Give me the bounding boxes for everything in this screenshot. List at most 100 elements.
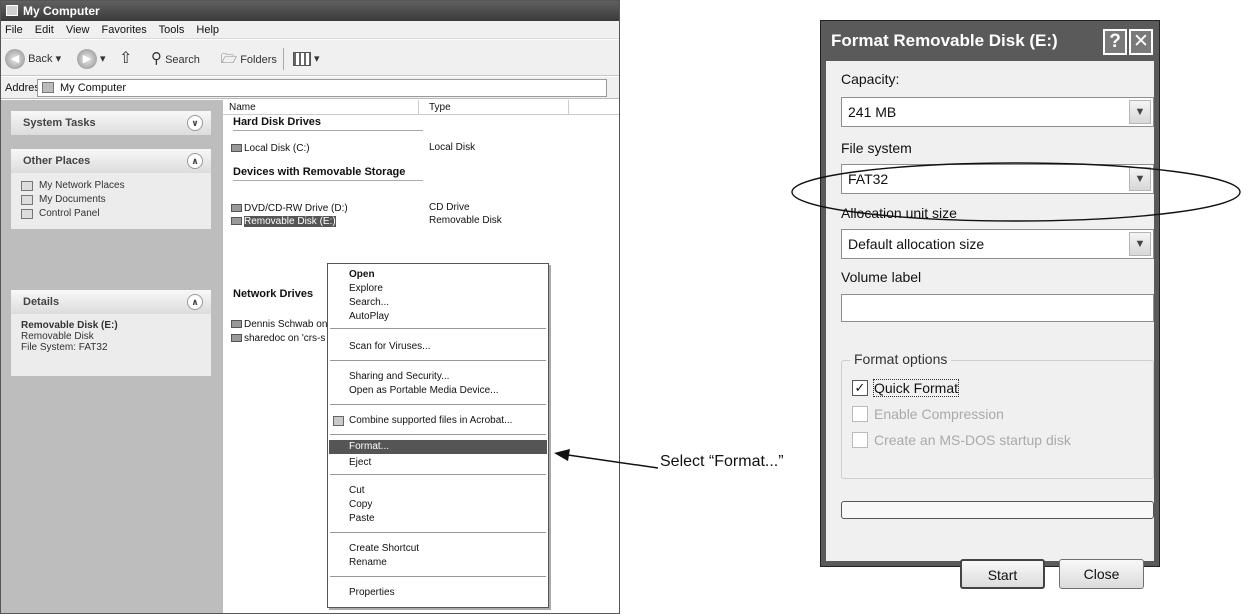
menu-item-portable[interactable]: Open as Portable Media Device... <box>329 384 547 398</box>
back-label: Back <box>28 53 53 65</box>
group-divider <box>233 130 423 131</box>
network-drive[interactable]: sharedoc on 'crs-s <box>231 332 325 345</box>
menu-item-cut[interactable]: Cut <box>329 484 547 498</box>
chevron-down-icon[interactable]: ∨ <box>187 115 203 131</box>
menu-item-combine-acrobat[interactable]: Combine supported files in Acrobat... <box>329 414 547 428</box>
quick-format-checkbox[interactable]: ✓ Quick Format <box>852 379 960 397</box>
menu-separator <box>330 576 546 577</box>
checkbox-box <box>852 406 868 422</box>
column-divider[interactable] <box>568 100 569 115</box>
menu-separator <box>330 532 546 533</box>
menu-edit[interactable]: Edit <box>35 24 54 36</box>
menu-item-copy[interactable]: Copy <box>329 498 547 512</box>
column-name[interactable]: Name <box>229 100 256 115</box>
menu-item-properties[interactable]: Properties <box>329 586 547 600</box>
filesystem-label: File system <box>841 140 912 156</box>
views-button[interactable]: ▾ <box>293 48 320 70</box>
menu-item-explore[interactable]: Explore <box>329 282 547 296</box>
capacity-select[interactable]: 241 MB ▼ <box>841 97 1154 127</box>
link-label: Control Panel <box>39 208 100 219</box>
network-drive-icon <box>231 320 242 329</box>
chevron-up-icon[interactable]: ∧ <box>187 153 203 169</box>
drive-removable-disk[interactable]: Removable Disk (E:) <box>231 215 336 228</box>
capacity-value: 241 MB <box>848 104 897 120</box>
search-label: Search <box>165 54 200 66</box>
system-tasks-header[interactable]: System Tasks ∨ <box>11 111 211 135</box>
window-title: My Computer <box>23 4 100 18</box>
network-drive[interactable]: Dennis Schwab on <box>231 318 327 331</box>
volume-label: Volume label <box>841 269 922 285</box>
drive-dvd[interactable]: DVD/CD-RW Drive (D:) <box>231 202 348 215</box>
drive-type: Removable Disk <box>429 215 502 226</box>
format-progress-bar <box>841 501 1154 519</box>
format-options-group: Format options ✓ Quick Format Enable Com… <box>841 351 1154 479</box>
quick-format-label: Quick Format <box>872 379 960 397</box>
menu-item-format[interactable]: Format... <box>329 440 547 454</box>
column-type[interactable]: Type <box>429 100 451 115</box>
help-button[interactable]: ? <box>1103 29 1127 55</box>
checkbox-box <box>852 432 868 448</box>
column-header: Name Type <box>223 100 619 115</box>
menu-item-rename[interactable]: Rename <box>329 556 547 570</box>
link-label: My Network Places <box>39 180 125 191</box>
drive-name: Removable Disk (E:) <box>244 216 336 227</box>
checkmark-icon: ✓ <box>852 380 868 396</box>
volume-label-input[interactable] <box>841 294 1154 322</box>
allocation-select[interactable]: Default allocation size ▼ <box>841 229 1154 259</box>
highlight-ellipse <box>791 162 1241 222</box>
window-titlebar[interactable]: My Computer <box>1 1 619 21</box>
annotation-arrow <box>554 449 659 469</box>
enable-compression-label: Enable Compression <box>874 406 1004 422</box>
menu-tools[interactable]: Tools <box>159 24 185 36</box>
group-hard-disk-drives: Hard Disk Drives <box>233 116 322 128</box>
enable-compression-checkbox[interactable]: Enable Compression <box>852 405 1004 423</box>
menu-item-autoplay[interactable]: AutoPlay <box>329 310 547 324</box>
link-control-panel[interactable]: Control Panel <box>21 207 201 221</box>
up-folder-button[interactable]: ⇧ <box>119 48 132 70</box>
folders-button[interactable]: 🗁 Folders <box>221 48 277 70</box>
msdos-startup-checkbox[interactable]: Create an MS-DOS startup disk <box>852 431 1071 449</box>
menu-item-sharing[interactable]: Sharing and Security... <box>329 370 547 384</box>
link-my-documents[interactable]: My Documents <box>21 193 201 207</box>
back-button[interactable]: ◀ Back ▾ <box>5 48 61 70</box>
back-arrow-icon: ◀ <box>5 49 25 70</box>
control-panel-icon <box>21 209 33 219</box>
forward-button[interactable]: ▶ ▾ <box>77 48 106 70</box>
menu-item-open[interactable]: Open <box>329 268 547 282</box>
menu-item-search[interactable]: Search... <box>329 296 547 310</box>
close-icon: ✕ <box>1133 31 1149 52</box>
menu-item-scan[interactable]: Scan for Viruses... <box>329 340 547 354</box>
menu-favorites[interactable]: Favorites <box>102 24 147 36</box>
menu-view[interactable]: View <box>66 24 90 36</box>
close-window-button[interactable]: ✕ <box>1129 29 1153 55</box>
menu-file[interactable]: File <box>5 24 23 36</box>
chevron-down-icon[interactable]: ▼ <box>1129 100 1151 124</box>
drive-type: Local Disk <box>429 142 476 153</box>
drive-name: Dennis Schwab on <box>244 319 328 330</box>
dialog-body: Capacity: 241 MB ▼ File system FAT32 ▼ A… <box>826 61 1154 589</box>
views-icon <box>293 52 311 67</box>
column-divider[interactable] <box>418 100 419 115</box>
menu-help[interactable]: Help <box>196 24 219 36</box>
chevron-down-icon[interactable]: ▼ <box>1129 232 1151 256</box>
toolbar: ◀ Back ▾ ▶ ▾ ⇧ ⚲ Search 🗁 Folders ▾ <box>1 40 619 76</box>
start-button[interactable]: Start <box>960 559 1045 589</box>
other-places-header[interactable]: Other Places ∧ <box>11 149 211 173</box>
close-button[interactable]: Close <box>1059 559 1144 589</box>
menu-item-create-shortcut[interactable]: Create Shortcut <box>329 542 547 556</box>
computer-icon <box>42 82 54 93</box>
search-button[interactable]: ⚲ Search <box>151 48 200 70</box>
task-pane: System Tasks ∨ Other Places ∧ My Network… <box>1 100 223 613</box>
details-header[interactable]: Details ∧ <box>11 290 211 314</box>
address-field[interactable]: My Computer <box>37 79 607 97</box>
link-my-network-places[interactable]: My Network Places <box>21 179 201 193</box>
chevron-up-icon[interactable]: ∧ <box>187 294 203 310</box>
menu-separator <box>330 328 546 329</box>
drive-local-disk[interactable]: Local Disk (C:) <box>231 142 310 155</box>
other-places-title: Other Places <box>23 155 91 167</box>
menu-item-eject[interactable]: Eject <box>329 456 547 470</box>
documents-icon <box>21 195 33 205</box>
menu-item-paste[interactable]: Paste <box>329 512 547 526</box>
drive-name: Local Disk (C:) <box>244 143 310 154</box>
menu-bar: File Edit View Favorites Tools Help <box>1 21 619 39</box>
